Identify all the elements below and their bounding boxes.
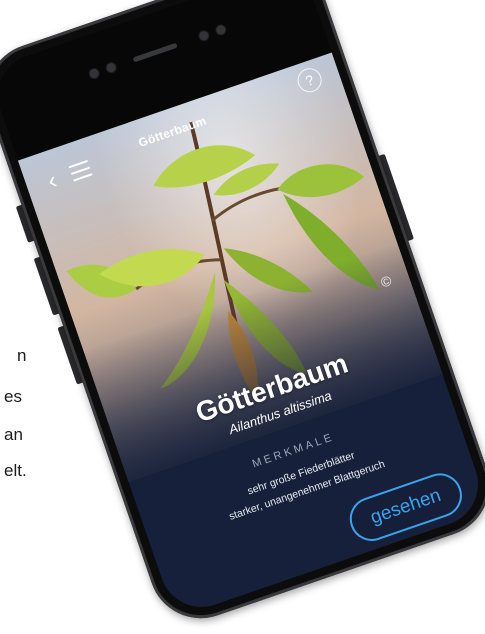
sensor-dot bbox=[105, 61, 117, 74]
background-text-line: n bbox=[17, 346, 27, 365]
phone-device: ‹ Götterbaum ? © Götterbaum Ailanthus al… bbox=[0, 0, 485, 633]
front-camera bbox=[198, 30, 210, 42]
app-screen: ‹ Götterbaum ? © Götterbaum Ailanthus al… bbox=[0, 0, 485, 619]
background-text-line: elt. bbox=[4, 461, 27, 480]
background-text-line: an bbox=[4, 425, 23, 444]
sensor-dot bbox=[215, 24, 227, 36]
sensor-dot bbox=[88, 67, 100, 80]
earpiece-speaker bbox=[132, 42, 178, 63]
background-text-line: es bbox=[4, 387, 22, 406]
